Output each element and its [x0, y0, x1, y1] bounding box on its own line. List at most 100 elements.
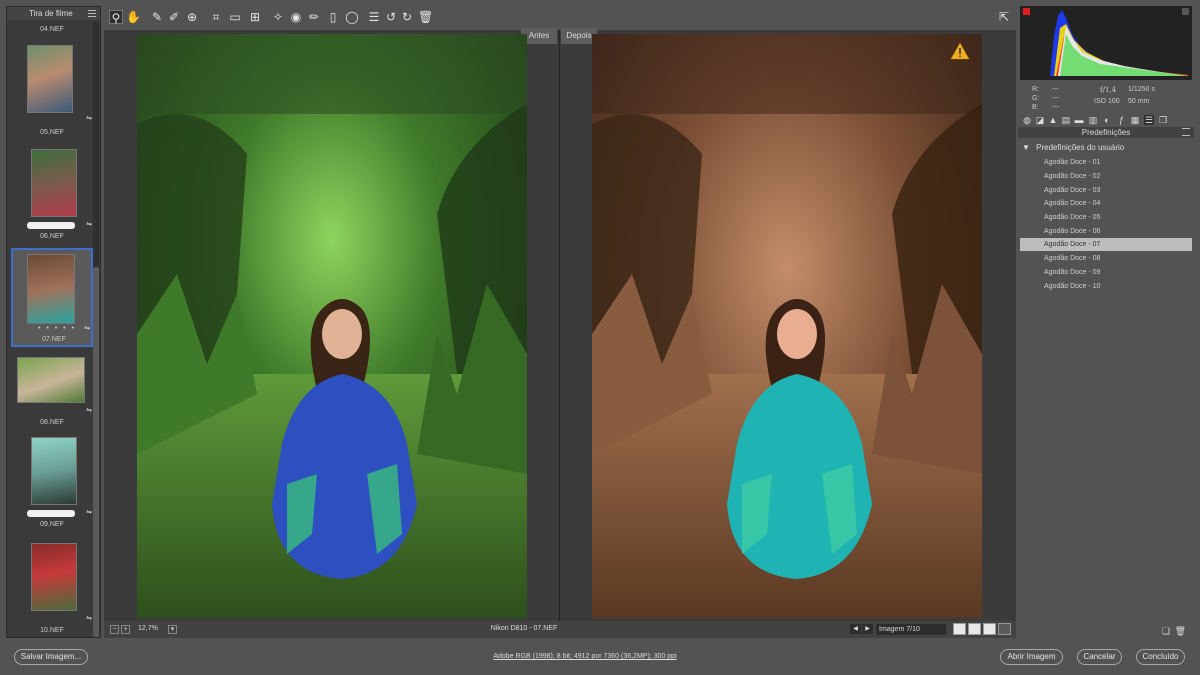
prev-image-icon[interactable]: ◀ [850, 624, 861, 634]
white-balance-tool-icon[interactable]: ✎ [150, 10, 164, 24]
next-image-icon[interactable]: ▶ [862, 624, 873, 634]
presets-tab-icon[interactable]: ☰ [1144, 115, 1154, 125]
toggle-defaults-icon[interactable] [998, 623, 1011, 635]
after-image[interactable] [592, 34, 982, 618]
split-toning-tab-icon[interactable]: ▬ [1074, 115, 1084, 125]
filmstrip-menu-icon[interactable] [88, 10, 96, 17]
straighten-tool-icon[interactable]: ▭ [228, 10, 242, 24]
swap-settings-icon[interactable] [968, 623, 981, 635]
preset-item[interactable]: Agodão Doce - 02 [1020, 170, 1192, 183]
targeted-adjustment-icon[interactable]: ⊕ [185, 10, 199, 24]
spot-removal-icon[interactable]: ✧ [271, 10, 285, 24]
new-preset-icon[interactable]: ❏ [1162, 626, 1170, 637]
copy-settings-icon[interactable] [983, 623, 996, 635]
save-image-button[interactable]: Salvar Imagem... [14, 649, 88, 665]
camera-file-info: Nikon D810 - 07.NEF [490, 625, 558, 632]
snapshots-tab-icon[interactable]: ❐ [1158, 115, 1168, 125]
aperture: f/1,4 [1100, 86, 1117, 94]
before-after-view-icon[interactable] [953, 623, 966, 635]
film-item-04[interactable]: 04.NEF [11, 23, 93, 37]
filter-badge-icon: ⇋ [86, 115, 92, 122]
fx-tab-icon[interactable]: ƒ [1116, 115, 1126, 125]
tone-curve-tab-icon[interactable]: ◪ [1035, 115, 1045, 125]
preset-item[interactable]: Agodão Doce - 06 [1020, 225, 1192, 238]
preview-area: Antes Depois [104, 28, 1016, 621]
done-button[interactable]: Concluído [1136, 649, 1185, 665]
trash-icon[interactable]: 🗑 [418, 10, 433, 24]
calibration-tab-icon[interactable]: ▦ [1130, 115, 1140, 125]
filmstrip-header: Tira de filme [7, 7, 100, 20]
before-image[interactable] [137, 34, 527, 618]
crop-tool-icon[interactable]: ⌗ [209, 10, 223, 24]
color-sampler-icon[interactable]: ✐ [167, 10, 181, 24]
delete-preset-icon[interactable]: 🗑 [1175, 626, 1186, 637]
fullscreen-icon[interactable]: ⇱ [997, 10, 1011, 24]
preset-item[interactable]: Agodão Doce - 05 [1020, 211, 1192, 224]
zoom-tool-icon[interactable]: ⚲ [109, 10, 123, 25]
film-item-10[interactable]: ⇋ 10.NEF [11, 541, 93, 637]
rotate-right-icon[interactable]: ↻ [400, 10, 414, 24]
g-value: --- [1052, 95, 1059, 102]
film-item-05[interactable]: ⇋ 05.NEF [11, 43, 93, 141]
after-photo [592, 34, 982, 618]
scrollbar-thumb[interactable] [93, 267, 99, 637]
bottom-bar: Salvar Imagem... Adobe RGB (1998); 8 bit… [0, 640, 1200, 675]
film-item-name: 05.NEF [40, 129, 64, 136]
filmstrip-scrollbar[interactable] [93, 21, 99, 637]
film-item-name: 04.NEF [40, 26, 64, 33]
preset-item[interactable]: Agodão Doce - 10 [1020, 280, 1192, 293]
lens-tab-icon[interactable]: ▥ [1088, 115, 1098, 125]
film-item-09[interactable]: ⇋ 09.NEF [11, 435, 93, 535]
presets-menu-icon[interactable] [1182, 128, 1190, 136]
radial-filter-icon[interactable]: ◯ [345, 10, 359, 24]
film-item-name: 10.NEF [40, 627, 64, 634]
preset-item-selected[interactable]: Agodão Doce - 07 [1020, 238, 1192, 251]
progress-bar [27, 222, 75, 229]
preview-divider [559, 30, 560, 621]
detail-tab-icon[interactable]: ▲ [1048, 115, 1058, 125]
r-label: R: [1032, 86, 1039, 93]
workflow-options-link[interactable]: Adobe RGB (1998); 8 bit; 4912 por 7360 (… [420, 653, 750, 660]
disclosure-triangle-icon[interactable]: ▼ [1022, 143, 1030, 152]
zoom-in-icon[interactable]: + [121, 625, 130, 634]
cancel-button[interactable]: Cancelar [1077, 649, 1122, 665]
highlight-clipping-icon[interactable] [1182, 8, 1189, 15]
preset-item[interactable]: Agodão Doce - 03 [1020, 184, 1192, 197]
filter-badge-icon: ⇋ [86, 221, 92, 228]
camera-raw-window: Tira de filme 04.NEF ⇋ 05.NEF ⇋ 06.NEF •… [0, 0, 1200, 675]
film-item-07[interactable]: • • • • • ⇋ 07.NEF [11, 248, 93, 347]
thumbnail-image [27, 45, 73, 113]
graduated-filter-icon[interactable]: ▯ [326, 10, 340, 24]
adjustment-brush-icon[interactable]: ✏ [307, 10, 321, 24]
warning-icon[interactable] [950, 42, 970, 60]
shutter-speed: 1/1250 s [1128, 86, 1155, 93]
open-image-button[interactable]: Abrir Imagem [1000, 649, 1063, 665]
preset-item[interactable]: Agodão Doce - 01 [1020, 156, 1192, 169]
film-item-08[interactable]: ⇋ 08.NEF [11, 355, 93, 435]
thumbnail-image [31, 149, 77, 217]
zoom-out-icon[interactable]: − [110, 625, 119, 634]
filmstrip-panel: Tira de filme 04.NEF ⇋ 05.NEF ⇋ 06.NEF •… [6, 6, 101, 638]
transform-tool-icon[interactable]: ⊞ [248, 10, 262, 24]
basic-tab-icon[interactable]: ◍ [1022, 115, 1032, 125]
hsl-tab-icon[interactable]: ▤ [1061, 115, 1071, 125]
zoom-level[interactable]: 12,7% [138, 625, 158, 632]
preset-item[interactable]: Agodão Doce - 09 [1020, 266, 1192, 279]
film-item-name: 07.NEF [42, 336, 66, 343]
iso: ISO 100 [1094, 98, 1120, 105]
right-panel: R: --- G: --- B: --- f/1,4 1/1250 s ISO … [1018, 6, 1194, 638]
rotate-left-icon[interactable]: ↺ [384, 10, 398, 24]
film-item-06[interactable]: ⇋ 06.NEF [11, 147, 93, 247]
star-rating[interactable]: • • • • • [38, 325, 76, 332]
red-eye-icon[interactable]: ◉ [289, 10, 303, 24]
hand-tool-icon[interactable]: ✋ [126, 10, 141, 24]
b-value: --- [1052, 104, 1059, 111]
zoom-dropdown-icon[interactable]: ▾ [168, 625, 177, 634]
preset-item[interactable]: Agodão Doce - 04 [1020, 197, 1192, 210]
preset-group-header[interactable]: ▼ Predefinições do usuário [1022, 143, 1124, 152]
filter-badge-icon: ⇋ [86, 509, 92, 516]
shadow-clipping-icon[interactable] [1023, 8, 1030, 15]
preset-item[interactable]: Agodão Doce - 08 [1020, 252, 1192, 265]
preferences-list-icon[interactable]: ☰ [367, 10, 381, 24]
effects-tab-icon[interactable]: ◐ [1102, 115, 1112, 125]
